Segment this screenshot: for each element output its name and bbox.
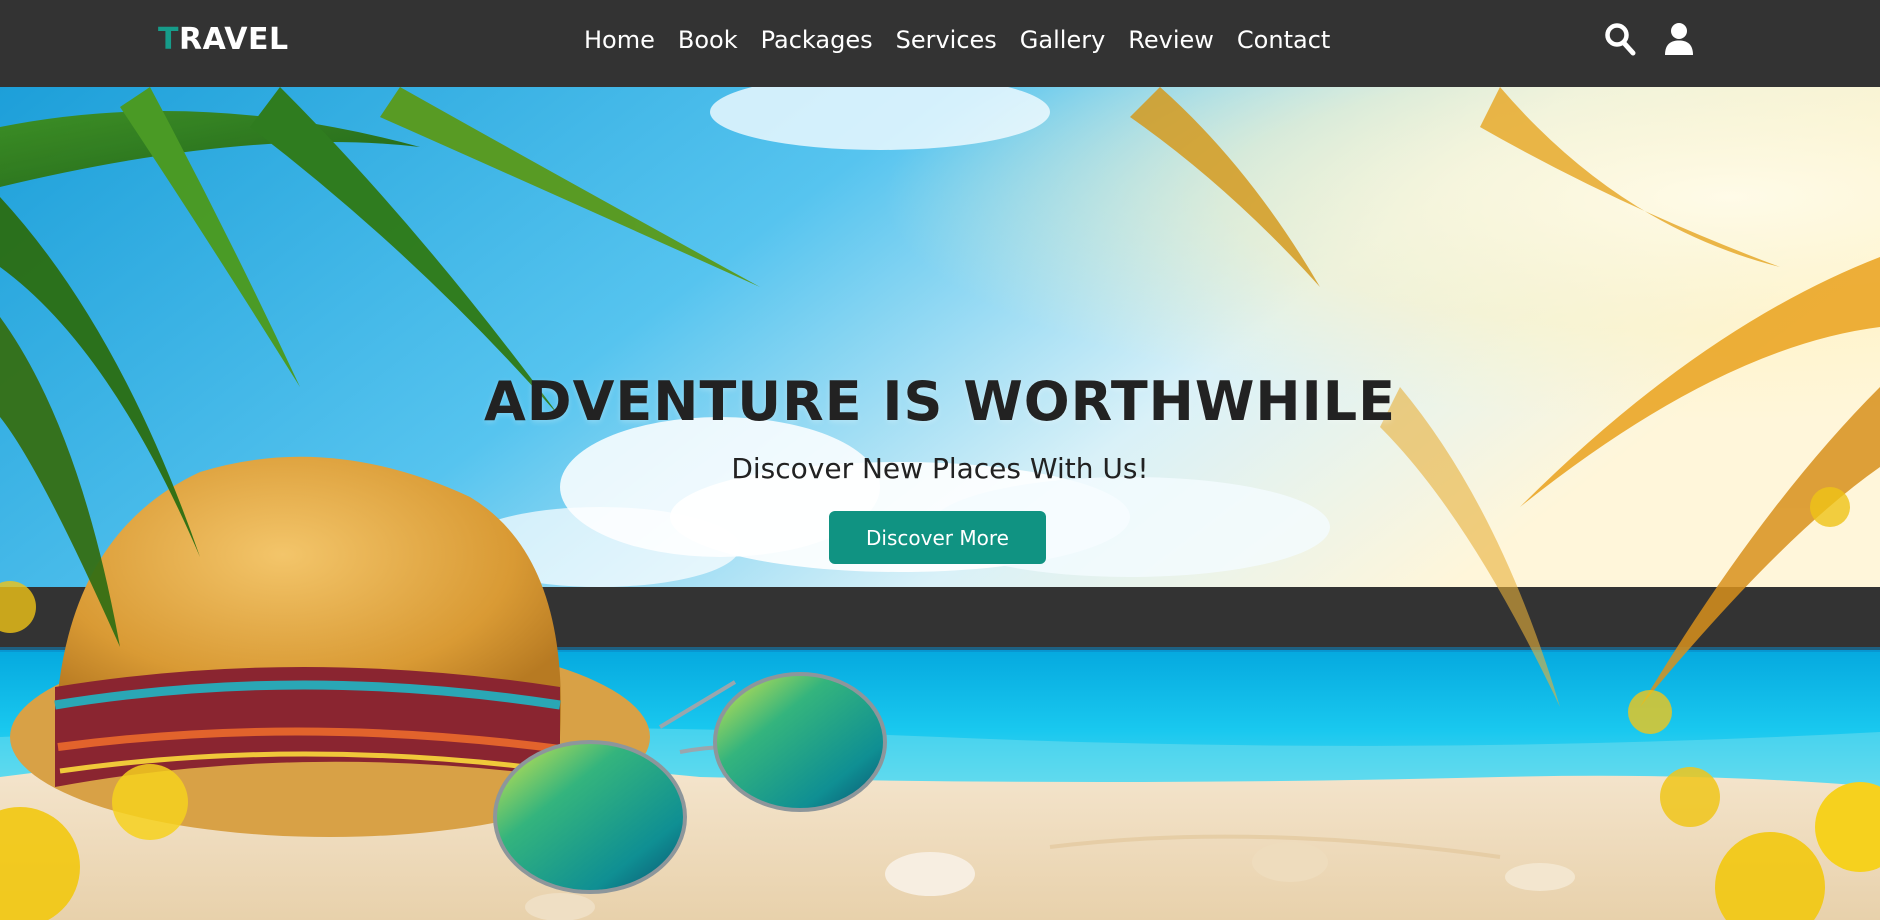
hero-section: ADVENTURE IS WORTHWHILE Discover New Pla… — [0, 87, 1880, 920]
nav-link-home[interactable]: Home — [584, 22, 655, 58]
hero-title: ADVENTURE IS WORTHWHILE — [483, 370, 1397, 433]
hero-subtitle: Discover New Places With Us! — [731, 452, 1149, 485]
navbar: TRAVEL Home Book Packages Services Galle… — [0, 0, 1880, 87]
nav-link-gallery[interactable]: Gallery — [1020, 22, 1105, 58]
nav-link-services[interactable]: Services — [896, 22, 997, 58]
user-icon[interactable] — [1663, 22, 1695, 56]
nav-icons — [1604, 22, 1695, 56]
nav-link-book[interactable]: Book — [678, 22, 738, 58]
logo[interactable]: TRAVEL — [158, 22, 289, 57]
nav-link-packages[interactable]: Packages — [761, 22, 873, 58]
nav-link-contact[interactable]: Contact — [1237, 22, 1330, 58]
nav-link-review[interactable]: Review — [1128, 22, 1214, 58]
logo-text: RAVEL — [178, 22, 289, 57]
nav-links: Home Book Packages Services Gallery Revi… — [584, 22, 1353, 58]
discover-more-button[interactable]: Discover More — [829, 511, 1046, 564]
hero-content: ADVENTURE IS WORTHWHILE Discover New Pla… — [0, 87, 1880, 920]
search-icon[interactable] — [1604, 22, 1636, 56]
logo-initial: T — [158, 22, 179, 57]
